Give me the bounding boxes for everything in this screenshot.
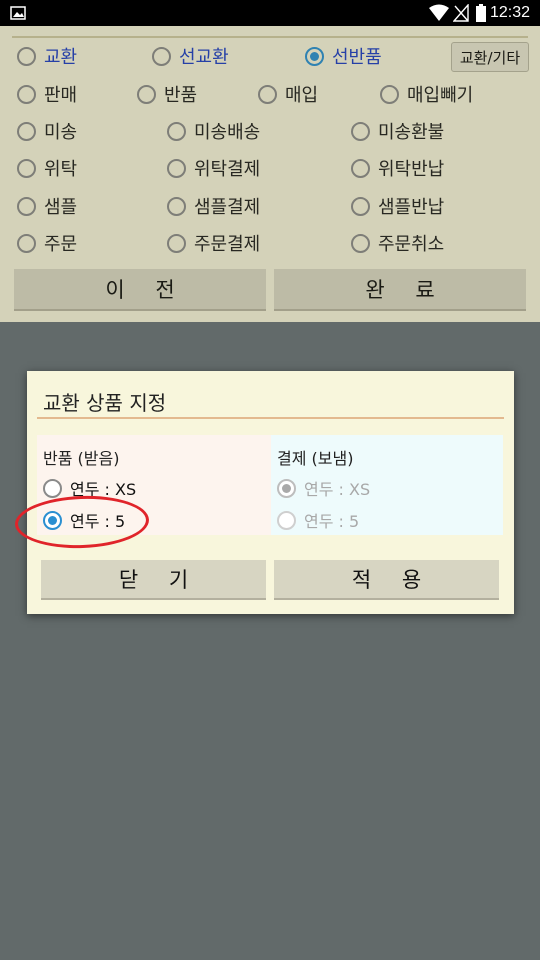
radio-circle bbox=[277, 510, 296, 530]
radio-circle bbox=[277, 478, 296, 498]
status-bar: 12:32 bbox=[0, 0, 540, 26]
option-label: 연두 : XS bbox=[304, 480, 371, 499]
no-signal-icon bbox=[453, 4, 469, 22]
wifi-icon bbox=[429, 4, 449, 21]
option-label: 연두 : 5 bbox=[304, 512, 360, 531]
dialog-title: 교환 상품 지정 bbox=[43, 391, 167, 415]
payment-column: 결제 (보냄) 연두 : XS 연두 : 5 bbox=[271, 435, 503, 535]
payment-column-title: 결제 (보냄) bbox=[277, 449, 354, 468]
title-divider bbox=[37, 417, 504, 419]
clock: 12:32 bbox=[489, 4, 530, 21]
battery-icon bbox=[476, 4, 486, 22]
exchange-product-dialog: 교환 상품 지정 반품 (받음) 연두 : XS 연두 : 5 결제 (보냄) … bbox=[27, 371, 514, 614]
return-column-title: 반품 (받음) bbox=[43, 449, 120, 468]
radio-circle bbox=[43, 478, 62, 498]
payment-option-5: 연두 : 5 bbox=[277, 507, 359, 533]
apply-button[interactable]: 적 용 bbox=[274, 560, 499, 600]
gallery-notification-icon bbox=[10, 6, 26, 20]
payment-option-xs: 연두 : XS bbox=[277, 475, 370, 501]
background-dim bbox=[0, 26, 540, 322]
close-button[interactable]: 닫 기 bbox=[41, 560, 266, 600]
